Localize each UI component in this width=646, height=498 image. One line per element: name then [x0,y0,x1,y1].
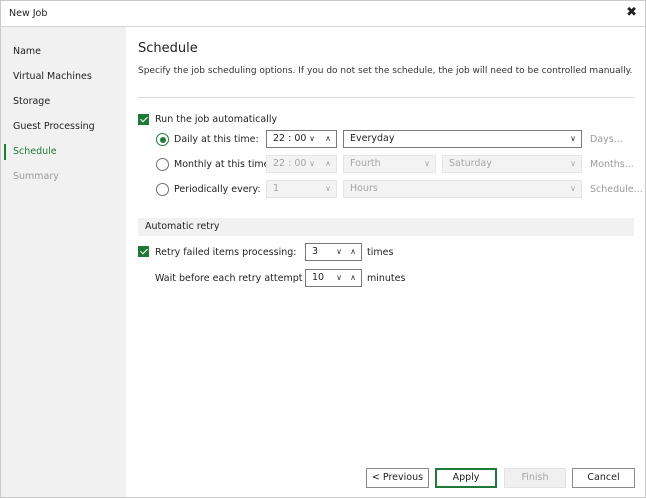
automatic-retry-header: Automatic retry [138,218,634,236]
wait-minutes-stepper[interactable]: 10 ∨ ∧ [305,269,362,287]
sidebar-item-schedule[interactable]: Schedule [1,142,126,162]
monthly-label: Monthly at this time: [174,159,273,170]
months-link: Months... [590,159,634,170]
cancel-button[interactable]: Cancel [572,468,635,488]
chevron-down-icon[interactable]: ∨ [333,244,345,260]
daily-frequency-select[interactable]: Everyday ∨ [343,130,582,148]
retry-count-stepper[interactable]: 3 ∨ ∧ [305,243,362,261]
daily-time-picker[interactable]: 22 : 00 ∨ ∧ [266,130,337,148]
chevron-down-icon: ∨ [424,159,430,168]
daily-frequency-value: Everyday [350,133,395,144]
page-title: Schedule [138,41,198,56]
apply-button[interactable]: Apply [435,468,497,488]
monthly-time-picker: 22 : 00 ∨ ∧ [266,155,337,173]
monthly-week-value: Fourth [350,158,381,169]
chevron-down-icon: ∨ [309,159,315,168]
sidebar-item-guest-processing[interactable]: Guest Processing [1,117,126,137]
chevron-down-icon: ∨ [570,159,576,168]
chevron-down-icon[interactable]: ∨ [333,270,345,286]
divider [138,97,634,98]
finish-button: Finish [504,468,566,488]
title-bar: New Job ✖ [1,1,645,27]
section-title: Automatic retry [145,221,220,232]
periodic-radio[interactable] [156,183,169,196]
monthly-radio[interactable] [156,158,169,171]
schedule-link: Schedule... [590,184,643,195]
retry-failed-label: Retry failed items processing: [155,247,297,258]
periodic-label: Periodically every: [174,184,261,195]
monthly-week-select: Fourth ∨ [343,155,436,173]
daily-label: Daily at this time: [174,134,259,145]
monthly-day-value: Saturday [449,158,492,169]
monthly-time-value: 22 : 00 [273,158,307,169]
main-panel: Schedule Specify the job scheduling opti… [126,27,645,497]
chevron-up-icon[interactable]: ∧ [322,131,334,147]
close-icon[interactable]: ✖ [626,5,637,21]
retry-unit-label: times [367,247,394,258]
chevron-down-icon: ∨ [570,184,576,193]
wizard-steps-sidebar: Name Virtual Machines Storage Guest Proc… [1,27,126,497]
wait-unit-label: minutes [367,273,406,284]
sidebar-item-summary: Summary [13,171,59,182]
retry-count-value: 3 [312,246,319,257]
chevron-up-icon: ∧ [325,159,331,168]
run-automatically-label: Run the job automatically [155,114,278,125]
daily-time-value: 22 : 00 [273,133,307,144]
chevron-down-icon: ∨ [325,184,331,193]
periodic-value-select: 1 ∨ [266,180,337,198]
sidebar-item-virtual-machines[interactable]: Virtual Machines [1,67,126,87]
previous-button[interactable]: < Previous [366,468,429,488]
chevron-up-icon[interactable]: ∧ [347,270,359,286]
monthly-day-select: Saturday ∨ [442,155,582,173]
daily-radio[interactable] [156,133,169,146]
days-link[interactable]: Days... [590,134,623,145]
sidebar-item-name[interactable]: Name [1,42,126,62]
sidebar-item-storage[interactable]: Storage [1,92,126,112]
periodic-unit-value: Hours [350,183,378,194]
window-title: New Job [9,8,48,19]
run-automatically-checkbox[interactable] [138,114,149,125]
wait-minutes-value: 10 [312,272,325,283]
chevron-down-icon[interactable]: ∨ [567,131,579,147]
chevron-up-icon[interactable]: ∧ [347,244,359,260]
wait-label: Wait before each retry attempt for: [155,273,322,284]
chevron-down-icon[interactable]: ∨ [306,131,318,147]
page-description: Specify the job scheduling options. If y… [138,66,633,76]
periodic-value: 1 [273,183,280,194]
retry-failed-checkbox[interactable] [138,246,149,257]
new-job-window: New Job ✖ Name Virtual Machines Storage … [0,0,646,498]
periodic-unit-select: Hours ∨ [343,180,582,198]
